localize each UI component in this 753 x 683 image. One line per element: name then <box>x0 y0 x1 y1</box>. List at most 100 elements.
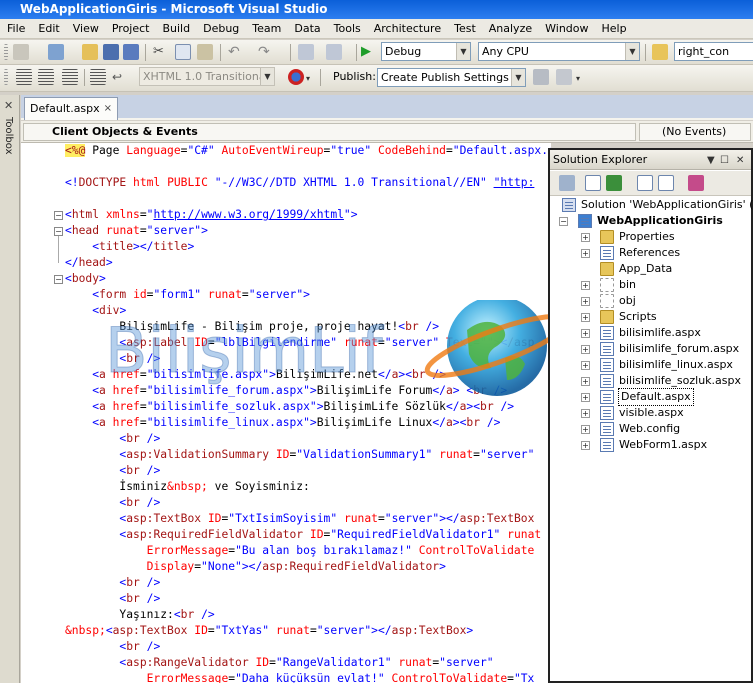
tree-item-obj[interactable]: + obj <box>550 293 751 309</box>
code-line[interactable]: <title></title> <box>65 239 551 255</box>
tree-item-app-data[interactable]: App_Data <box>550 261 751 277</box>
outdent-icon[interactable] <box>16 69 32 85</box>
find-combo[interactable]: right_con <box>674 42 753 61</box>
save-all-icon[interactable] <box>123 44 139 60</box>
collapse-html-icon[interactable]: − <box>54 211 63 220</box>
code-line[interactable]: <br /> <box>65 495 551 511</box>
client-objects-dropdown[interactable]: Client Objects & Events <box>23 123 636 141</box>
menu-analyze[interactable]: Analyze <box>482 19 538 37</box>
window-position-icon[interactable]: ▼ <box>707 151 715 170</box>
tree-item-visible-aspx[interactable]: + visible.aspx <box>550 405 751 421</box>
code-line[interactable]: <br /> <box>65 591 551 607</box>
code-line[interactable]: <asp:ValidationSummary ID="ValidationSum… <box>65 447 551 463</box>
expand-icon[interactable]: + <box>581 345 590 354</box>
expand-icon[interactable]: + <box>581 297 590 306</box>
events-dropdown[interactable]: (No Events) <box>639 123 751 141</box>
expand-icon[interactable]: + <box>581 329 590 338</box>
expand-icon[interactable]: + <box>581 249 590 258</box>
code-line[interactable]: Display="None"></asp:RequiredFieldValida… <box>65 559 551 575</box>
menu-window[interactable]: Window <box>538 19 594 37</box>
navigate-forward-icon[interactable] <box>326 44 342 60</box>
tree-item-bilisimlife-aspx[interactable]: + bilisimlife.aspx <box>550 325 751 341</box>
menu-debug[interactable]: Debug <box>196 19 245 37</box>
uncomment-icon[interactable]: ↩ <box>112 69 128 85</box>
tree-item-scripts[interactable]: + Scripts <box>550 309 751 325</box>
find-in-files-icon[interactable] <box>652 44 668 60</box>
code-line[interactable]: ErrorMessage = "Daha küçüksün evlat!" Cont… <box>65 671 551 683</box>
expand-icon[interactable]: + <box>581 281 590 290</box>
start-debugging-icon[interactable]: ▶ <box>361 44 377 60</box>
menu-data[interactable]: Data <box>287 19 326 37</box>
menu-edit[interactable]: Edit <box>31 19 65 37</box>
expand-icon[interactable]: + <box>581 377 590 386</box>
menu-build[interactable]: Build <box>155 19 196 37</box>
publish-settings-icon[interactable] <box>556 69 572 85</box>
code-line[interactable]: <br /> <box>65 463 551 479</box>
open-file-icon[interactable] <box>82 44 98 60</box>
new-project-icon[interactable] <box>13 44 29 60</box>
cut-icon[interactable]: ✂ <box>153 44 169 60</box>
toolbar-overflow-icon[interactable]: ▾ <box>576 69 586 85</box>
menu-test[interactable]: Test <box>447 19 482 37</box>
code-line[interactable]: <head runat="server"> <box>65 223 551 239</box>
code-line[interactable]: <body> <box>65 271 551 287</box>
tree-item-bilisimlife-linux-aspx[interactable]: + bilisimlife_linux.aspx <box>550 357 751 373</box>
code-line[interactable]: Yaşınız:<br /> <box>65 607 551 623</box>
tree-item-webform1-aspx[interactable]: + WebForm1.aspx <box>550 437 751 453</box>
code-line[interactable]: <asp:RangeValidator ID="RangeValidator1"… <box>65 655 551 671</box>
tree-item-solution-webapplicationgiris-1-pr[interactable]: Solution 'WebApplicationGiris' (1 pr <box>550 197 753 213</box>
add-item-icon[interactable] <box>48 44 64 60</box>
menu-file[interactable]: File <box>0 19 31 37</box>
expand-icon[interactable]: + <box>581 313 590 322</box>
copy-icon[interactable] <box>175 44 191 60</box>
validation-schema-dropdown[interactable]: XHTML 1.0 Transitional ▼ <box>139 67 275 86</box>
close-tab-icon[interactable]: × <box>104 98 112 119</box>
tree-item-bilisimlife-sozluk-aspx[interactable]: + bilisimlife_sozluk.aspx <box>550 373 751 389</box>
menu-architecture[interactable]: Architecture <box>367 19 447 37</box>
tree-item-bilisimlife-forum-aspx[interactable]: + bilisimlife_forum.aspx <box>550 341 751 357</box>
collapse-body-icon[interactable]: − <box>54 275 63 284</box>
view-designer-icon[interactable] <box>658 175 674 191</box>
show-all-files-icon[interactable] <box>585 175 601 191</box>
close-icon[interactable]: ✕ <box>736 151 744 170</box>
toolbar-grip[interactable] <box>4 44 8 60</box>
expand-icon[interactable]: + <box>581 425 590 434</box>
code-line[interactable]: <asp:RequiredFieldValidator ID="Required… <box>65 527 551 543</box>
tree-item-properties[interactable]: + Properties <box>550 229 751 245</box>
undo-icon[interactable]: ↶ <box>228 44 244 60</box>
collapse-icon[interactable]: − <box>559 217 568 226</box>
publish-web-icon[interactable] <box>533 69 549 85</box>
expand-icon[interactable]: + <box>581 361 590 370</box>
menu-team[interactable]: Team <box>245 19 287 37</box>
code-line[interactable]: <%@ Page Language="C#" AutoEventWireup="… <box>65 143 551 159</box>
code-line[interactable] <box>65 191 551 207</box>
redo-icon[interactable]: ↷ <box>258 44 274 60</box>
menu-project[interactable]: Project <box>105 19 156 37</box>
tree-item-web-config[interactable]: + Web.config <box>550 421 751 437</box>
toolbar-grip[interactable] <box>4 69 8 85</box>
code-line[interactable]: <br /> <box>65 431 551 447</box>
tree-item-webapplicationgiris[interactable]: − WebApplicationGiris <box>550 213 751 229</box>
collapse-head-icon[interactable]: − <box>54 227 63 236</box>
code-line[interactable]: <br /> <box>65 575 551 591</box>
comment-icon[interactable] <box>90 69 106 85</box>
view-code-icon[interactable] <box>637 175 653 191</box>
code-line[interactable]: </head> <box>65 255 551 271</box>
publish-settings-dropdown[interactable]: Create Publish Settings ▼ <box>377 68 526 87</box>
navigate-backward-icon[interactable] <box>298 44 314 60</box>
copy-website-icon[interactable] <box>688 175 704 191</box>
expand-icon[interactable]: + <box>581 393 590 402</box>
menu-help[interactable]: Help <box>595 19 633 37</box>
properties-button-icon[interactable] <box>559 175 575 191</box>
solution-platform-dropdown[interactable]: Any CPU ▼ <box>478 42 640 61</box>
solution-configuration-dropdown[interactable]: Debug ▼ <box>381 42 471 61</box>
expand-icon[interactable]: + <box>581 409 590 418</box>
code-line[interactable] <box>65 159 551 175</box>
tree-item-bin[interactable]: + bin <box>550 277 751 293</box>
toolbox-panel[interactable]: ✕ Toolbox <box>0 95 20 683</box>
code-line[interactable]: <html xmlns= "http://www.w3.org/1999/xhtm… <box>65 207 551 223</box>
menu-view[interactable]: View <box>66 19 105 37</box>
toolbar-overflow-icon[interactable]: ▾ <box>306 69 316 85</box>
expand-icon[interactable]: + <box>581 233 590 242</box>
code-line[interactable]: <!DOCTYPE html PUBLIC "-//W3C//DTD XHTML… <box>65 175 551 191</box>
